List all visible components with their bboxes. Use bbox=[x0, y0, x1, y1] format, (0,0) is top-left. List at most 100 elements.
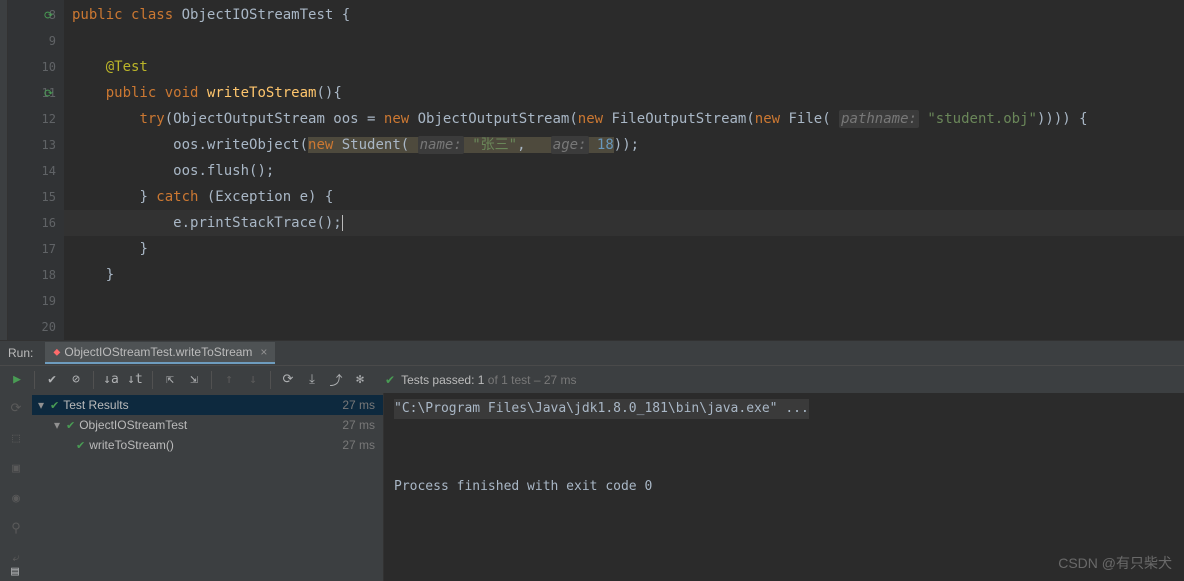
code-text: Student( bbox=[333, 137, 417, 153]
sort-duration-icon[interactable]: ↓t bbox=[124, 369, 146, 391]
line-number: 18 bbox=[42, 268, 56, 282]
layout-icon[interactable]: ▣ bbox=[5, 457, 27, 479]
code-text: oos.flush(); bbox=[173, 163, 274, 179]
prev-failed-icon[interactable]: ↑ bbox=[218, 369, 240, 391]
test-status: ✔ Tests passed: 1 of 1 test – 27 ms bbox=[385, 373, 577, 387]
tree-time: 27 ms bbox=[342, 418, 375, 432]
method-name: writeToStream bbox=[207, 85, 317, 101]
camera-icon[interactable]: ◉ bbox=[5, 487, 27, 509]
tree-label: ObjectIOStreamTest bbox=[79, 418, 187, 432]
collapse-all-icon[interactable]: ⇲ bbox=[183, 369, 205, 391]
code-text: (Exception e) { bbox=[198, 189, 333, 205]
panel-side-toolbar: ⟳ ⬚ ▣ ◉ ⚲ ⤶ bbox=[0, 393, 32, 581]
watermark: CSDN @有只柴犬 bbox=[1058, 553, 1172, 573]
gutter: 8⟳ 9 10 11⟳ 12 13 14 15 16 17 18 19 20 bbox=[8, 0, 64, 340]
number-literal: 18 bbox=[589, 137, 614, 153]
tab-label: ObjectIOStreamTest.writeToStream bbox=[64, 345, 252, 359]
run-tab[interactable]: ⬥ ObjectIOStreamTest.writeToStream × bbox=[45, 342, 275, 364]
line-number: 19 bbox=[42, 294, 56, 308]
status-rest: of 1 test – 27 ms bbox=[484, 373, 576, 387]
console-command: "C:\Program Files\Java\jdk1.8.0_181\bin\… bbox=[394, 399, 809, 419]
code-text: FileOutputStream( bbox=[603, 111, 755, 127]
line-number: 12 bbox=[42, 112, 56, 126]
show-ignored-icon[interactable]: ⊘ bbox=[65, 369, 87, 391]
line-number: 10 bbox=[42, 60, 56, 74]
next-failed-icon[interactable]: ↓ bbox=[242, 369, 264, 391]
keyword: new bbox=[384, 111, 409, 127]
keyword: new bbox=[755, 111, 780, 127]
show-passed-icon[interactable]: ✔ bbox=[41, 369, 63, 391]
export-icon[interactable]: ⤴ bbox=[325, 369, 347, 391]
class-name: ObjectIOStreamTest bbox=[182, 7, 334, 23]
close-icon[interactable]: × bbox=[260, 345, 267, 359]
tree-label: Test Results bbox=[63, 398, 128, 412]
param-hint: name: bbox=[418, 136, 464, 154]
stop-icon[interactable]: ⬚ bbox=[5, 427, 27, 449]
keyword: catch bbox=[156, 189, 198, 205]
run-label: Run: bbox=[8, 346, 33, 360]
code-content[interactable]: public class ObjectIOStreamTest { @Test … bbox=[64, 0, 1184, 340]
check-icon: ✔ bbox=[385, 373, 395, 387]
tree-label: writeToStream() bbox=[89, 438, 174, 452]
line-number: 14 bbox=[42, 164, 56, 178]
line-number: 15 bbox=[42, 190, 56, 204]
pin-icon[interactable]: ⚲ bbox=[5, 517, 27, 539]
history-icon[interactable]: ⟳ bbox=[277, 369, 299, 391]
tree-method[interactable]: ✔ writeToStream() 27 ms bbox=[32, 435, 383, 455]
check-icon: ✔ bbox=[76, 439, 85, 452]
keyword: public bbox=[106, 85, 157, 101]
panel-tabs-bar: Run: ⬥ ObjectIOStreamTest.writeToStream … bbox=[0, 341, 1184, 365]
code-text: )))) { bbox=[1037, 111, 1088, 127]
code-text: oos.writeObject( bbox=[173, 137, 308, 153]
keyword: public bbox=[72, 7, 123, 23]
rerun-icon[interactable]: ▶ bbox=[6, 369, 28, 391]
code-text: e.printStackTrace(); bbox=[173, 215, 342, 231]
annotation: @Test bbox=[106, 59, 148, 75]
param-hint: pathname: bbox=[839, 110, 919, 128]
status-passed: Tests passed: 1 bbox=[401, 373, 484, 387]
line-number: 16 bbox=[42, 216, 56, 230]
line-number: 9 bbox=[49, 34, 56, 48]
parens: (){ bbox=[316, 85, 341, 101]
code-text: ObjectOutputStream( bbox=[409, 111, 578, 127]
brace: { bbox=[333, 7, 350, 23]
code-editor: 8⟳ 9 10 11⟳ 12 13 14 15 16 17 18 19 20 p… bbox=[0, 0, 1184, 340]
code-text: , bbox=[517, 137, 551, 153]
chevron-down-icon[interactable]: ▾ bbox=[38, 398, 50, 412]
line-number: 20 bbox=[42, 320, 56, 334]
run-toolbar: ▶ ✔ ⊘ ↓a ↓t ⇱ ⇲ ↑ ↓ ⟳ ⤓ ⤴ ✻ ✔ Tests pass… bbox=[0, 365, 1184, 393]
code-text: } bbox=[139, 241, 147, 257]
code-text: )); bbox=[614, 137, 639, 153]
string-literal: "student.obj" bbox=[919, 111, 1037, 127]
check-icon: ✔ bbox=[50, 399, 59, 412]
line-number: 13 bbox=[42, 138, 56, 152]
left-sidebar-stripe bbox=[0, 0, 8, 340]
run-panel: Run: ⬥ ObjectIOStreamTest.writeToStream … bbox=[0, 340, 1184, 581]
run-gutter-icon[interactable]: ⟳ bbox=[44, 87, 53, 100]
panel-body: ⟳ ⬚ ▣ ◉ ⚲ ⤶ ▾ ✔ Test Results 27 ms ▾ ✔ O… bbox=[0, 393, 1184, 581]
keyword: try bbox=[139, 111, 164, 127]
tree-root[interactable]: ▾ ✔ Test Results 27 ms bbox=[32, 395, 383, 415]
param-hint: age: bbox=[551, 136, 589, 154]
chevron-down-icon[interactable]: ▾ bbox=[54, 418, 66, 432]
tree-time: 27 ms bbox=[342, 398, 375, 412]
test-icon: ⬥ bbox=[53, 347, 60, 358]
expand-all-icon[interactable]: ⇱ bbox=[159, 369, 181, 391]
sort-az-icon[interactable]: ↓a bbox=[100, 369, 122, 391]
gear-icon[interactable]: ✻ bbox=[349, 369, 371, 391]
string-literal: "张三" bbox=[464, 137, 517, 153]
check-icon: ✔ bbox=[66, 419, 75, 432]
tree-class[interactable]: ▾ ✔ ObjectIOStreamTest 27 ms bbox=[32, 415, 383, 435]
keyword: new bbox=[308, 137, 333, 153]
keyword: void bbox=[165, 85, 199, 101]
code-text: File( bbox=[780, 111, 839, 127]
import-icon[interactable]: ⤓ bbox=[301, 369, 323, 391]
text-cursor bbox=[342, 215, 343, 231]
bottom-tool-icon[interactable]: ▤ bbox=[0, 561, 30, 581]
debug-icon[interactable]: ⟳ bbox=[5, 397, 27, 419]
run-gutter-icon[interactable]: ⟳ bbox=[44, 9, 53, 22]
test-tree[interactable]: ▾ ✔ Test Results 27 ms ▾ ✔ ObjectIOStrea… bbox=[32, 393, 384, 581]
keyword: class bbox=[131, 7, 173, 23]
keyword: new bbox=[578, 111, 603, 127]
tree-time: 27 ms bbox=[342, 438, 375, 452]
